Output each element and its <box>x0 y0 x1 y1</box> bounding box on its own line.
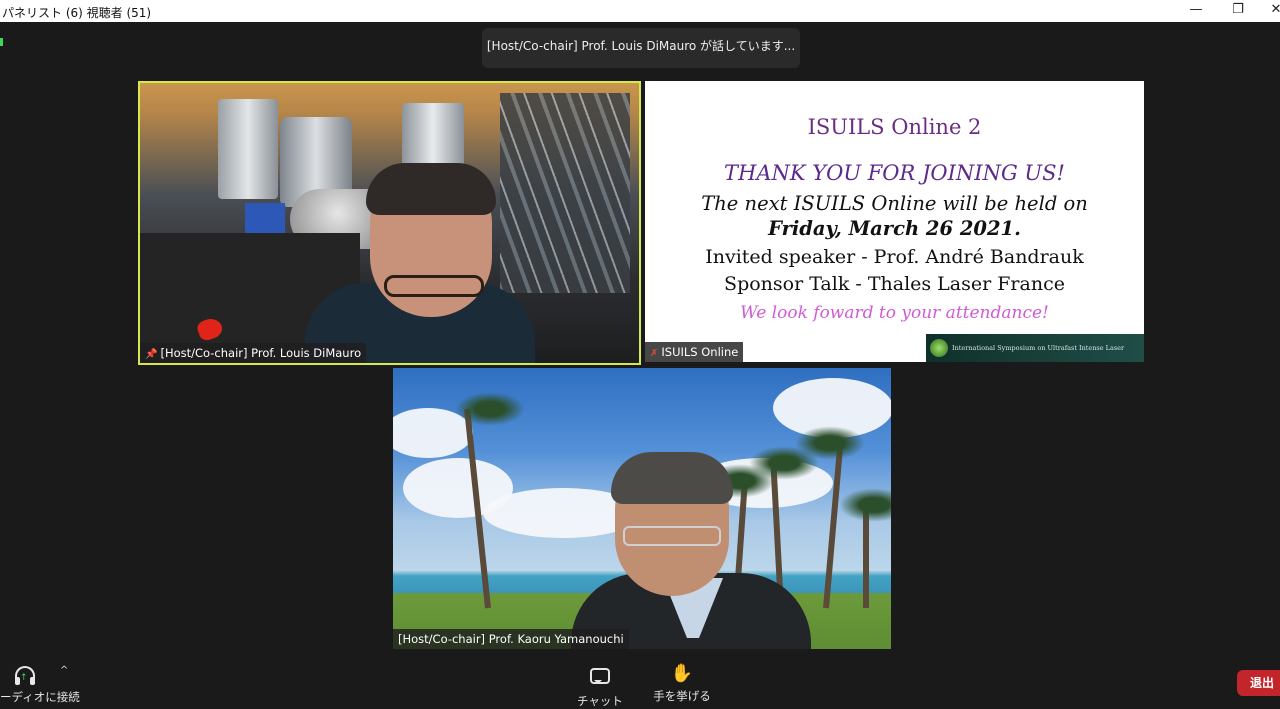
chat-label: チャット <box>577 694 623 708</box>
participant-name: ISUILS Online <box>661 345 739 359</box>
video-tile-slide[interactable]: ISUILS Online 2 THANK YOU FOR JOINING US… <box>645 81 1144 362</box>
video-tile-yamanouchi[interactable]: [Host/Co-chair] Prof. Kaoru Yamanouchi <box>393 368 891 649</box>
symposium-logo-icon <box>930 339 948 357</box>
slide-next-event: The next ISUILS Online will be held on <box>701 192 1088 215</box>
participant-name-tag: [Host/Co-chair] Prof. Kaoru Yamanouchi <box>393 629 629 649</box>
leave-label: 退出 <box>1250 676 1275 690</box>
video-feed-lab <box>140 83 639 363</box>
chat-button[interactable]: チャット <box>565 663 635 709</box>
muted-mic-icon: ✗ <box>650 348 659 359</box>
slide-logo-banner: International Symposium on Ultrafast Int… <box>926 334 1144 362</box>
arrow-up-icon: ↑ <box>20 673 28 683</box>
slide-banner-text: International Symposium on Ultrafast Int… <box>952 344 1125 352</box>
video-tile-dimauro[interactable]: 📌 [Host/Co-chair] Prof. Louis DiMauro <box>138 81 641 365</box>
join-audio-label: ーディオに接続 <box>0 690 80 704</box>
raise-hand-button[interactable]: ✋ 手を挙げる <box>647 663 717 709</box>
join-audio-button[interactable]: ↑ ^ ーディオに接続 <box>0 663 90 709</box>
slide-date: Friday, March 26 2021. <box>768 217 1021 240</box>
status-indicator <box>0 38 3 46</box>
video-feed-beach <box>393 368 891 649</box>
participant-name-tag: ✗ ISUILS Online <box>645 342 744 362</box>
slide-title: ISUILS Online 2 <box>807 115 982 139</box>
pin-icon: 📌 <box>145 349 158 360</box>
slide-sponsor-talk: Sponsor Talk - Thales Laser France <box>724 273 1065 295</box>
participant-name: [Host/Co-chair] Prof. Kaoru Yamanouchi <box>398 632 624 646</box>
raise-hand-label: 手を挙げる <box>653 689 711 703</box>
chevron-up-icon[interactable]: ^ <box>60 665 68 676</box>
minimize-button[interactable]: — <box>1186 2 1206 17</box>
participant-name-tag: 📌 [Host/Co-chair] Prof. Louis DiMauro <box>140 343 367 363</box>
shared-slide: ISUILS Online 2 THANK YOU FOR JOINING US… <box>645 81 1144 362</box>
restore-button[interactable]: ❐ <box>1228 2 1248 17</box>
window-title-bar: パネリスト (6) 視聴者 (51) — ❐ ✕ <box>0 0 1280 22</box>
window-title: パネリスト (6) 視聴者 (51) <box>2 6 152 20</box>
participant-name: [Host/Co-chair] Prof. Louis DiMauro <box>160 346 362 360</box>
slide-closing-line: We look foward to your attendance! <box>740 303 1049 323</box>
chat-icon <box>590 668 610 684</box>
leave-button[interactable]: 退出 <box>1237 670 1280 696</box>
active-speaker-banner: [Host/Co-chair] Prof. Louis DiMauro が話して… <box>482 28 800 68</box>
close-button[interactable]: ✕ <box>1266 2 1280 17</box>
slide-invited-speaker: Invited speaker - Prof. André Bandrauk <box>705 246 1084 268</box>
hand-icon: ✋ <box>670 663 694 684</box>
active-speaker-text: [Host/Co-chair] Prof. Louis DiMauro が話して… <box>486 39 796 53</box>
slide-thanks: THANK YOU FOR JOINING US! <box>724 161 1065 185</box>
